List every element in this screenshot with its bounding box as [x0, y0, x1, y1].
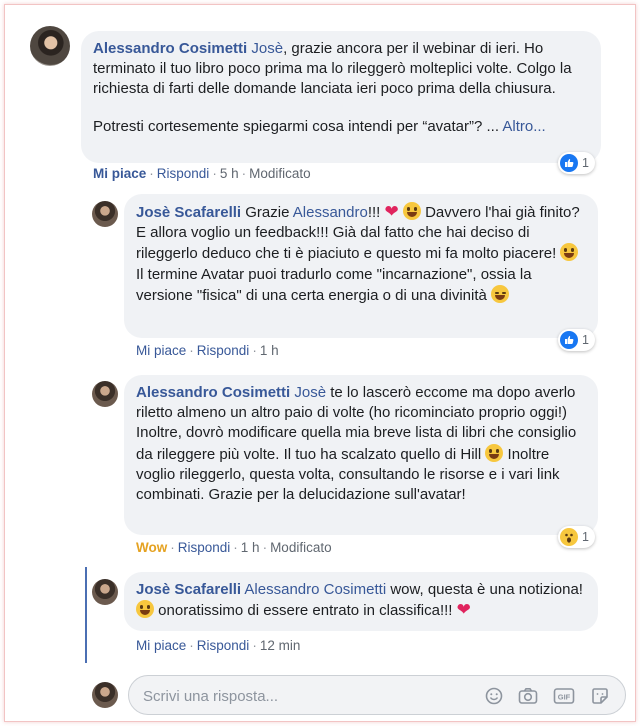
svg-text:GIF: GIF	[558, 693, 571, 702]
reply-button[interactable]: Rispondi	[197, 343, 250, 358]
reply-composer[interactable]: GIF	[128, 675, 626, 715]
emoji-icon[interactable]	[483, 685, 505, 707]
reaction-summary[interactable]: 1	[558, 152, 595, 174]
reply-input[interactable]	[143, 684, 473, 708]
grin-emoji-icon	[402, 202, 421, 220]
comment-thread: Alessandro Cosimetti Josè, grazie ancora…	[4, 4, 636, 722]
comment-bubble-1: Alessandro Cosimetti Josè, grazie ancora…	[81, 31, 601, 163]
comment-author[interactable]: Josè Scafarelli	[136, 581, 241, 598]
comment-author[interactable]: Alessandro Cosimetti	[93, 40, 247, 57]
reaction-summary[interactable]: 1	[558, 329, 595, 351]
like-button[interactable]: Mi piace	[93, 166, 146, 181]
wink-emoji-icon	[491, 284, 510, 303]
smile-emoji-icon	[560, 243, 579, 262]
reply-button[interactable]: Rispondi	[197, 638, 250, 653]
avatar-alessandro[interactable]	[30, 26, 70, 66]
gif-icon[interactable]: GIF	[553, 685, 575, 707]
edited-label[interactable]: Modificato	[270, 540, 332, 555]
sticker-icon[interactable]	[589, 685, 611, 707]
reaction-summary[interactable]: 1	[558, 526, 595, 548]
timestamp[interactable]: 1 h	[260, 343, 279, 358]
like-reaction-icon	[560, 154, 578, 172]
mention-link[interactable]: Alessandro	[293, 204, 368, 221]
reply-button[interactable]: Rispondi	[157, 166, 210, 181]
like-button[interactable]: Mi piace	[136, 638, 186, 653]
comment-author[interactable]: Josè Scafarelli	[136, 204, 241, 221]
camera-icon[interactable]	[517, 685, 539, 707]
reaction-count: 1	[582, 530, 589, 544]
reaction-count: 1	[582, 156, 589, 170]
wow-reaction-icon	[560, 528, 578, 546]
avatar-alessandro-small[interactable]	[92, 381, 118, 407]
wow-button[interactable]: Wow	[136, 540, 167, 555]
mention-link[interactable]: Alessandro Cosimetti	[244, 581, 386, 598]
grin-emoji-icon	[136, 600, 154, 619]
heart-emoji-icon: ❤	[456, 600, 471, 620]
comment-bubble-3: Alessandro Cosimetti Josè te lo lascerò …	[124, 375, 598, 535]
comment-actions-4: Mi piace · Rispondi · 12 min	[136, 638, 301, 653]
comment-text: !!!	[367, 204, 385, 221]
avatar-jose[interactable]	[92, 201, 118, 227]
avatar-jose-small[interactable]	[92, 579, 118, 605]
comment-text: Il termine Avatar puoi tradurlo come "in…	[136, 265, 532, 304]
heart-emoji-icon: ❤	[384, 202, 399, 221]
like-button[interactable]: Mi piace	[136, 343, 186, 358]
edited-label[interactable]: Modificato	[249, 166, 311, 181]
comment-text: Potresti cortesemente spiegarmi cosa int…	[93, 117, 500, 135]
reply-button[interactable]: Rispondi	[178, 540, 231, 555]
comment-text: Grazie	[245, 204, 293, 221]
comment-actions-3: Wow · Rispondi · 1 h · Modificato	[136, 540, 332, 555]
comment-bubble-2: Josè Scafarelli Grazie Alessandro!!! ❤ D…	[124, 194, 598, 338]
timestamp[interactable]: 1 h	[241, 540, 260, 555]
smile-emoji-icon	[485, 443, 504, 462]
current-user-avatar	[92, 682, 118, 708]
mention-link[interactable]: Josè	[294, 384, 326, 401]
comment-author[interactable]: Alessandro Cosimetti	[136, 384, 290, 401]
thread-highlight-line	[85, 567, 87, 663]
timestamp[interactable]: 5 h	[220, 166, 239, 181]
comment-actions-1: Mi piace · Rispondi · 5 h · Modificato	[93, 166, 311, 181]
mention-link[interactable]: Josè	[251, 40, 283, 57]
timestamp[interactable]: 12 min	[260, 638, 301, 653]
reaction-count: 1	[582, 333, 589, 347]
comment-bubble-4: Josè Scafarelli Alessandro Cosimetti wow…	[124, 572, 598, 631]
see-more-link[interactable]: Altro...	[502, 118, 545, 135]
like-reaction-icon	[560, 331, 578, 349]
comment-text: wow, questa è una notizionа!	[386, 581, 583, 598]
comment-actions-2: Mi piace · Rispondi · 1 h	[136, 343, 279, 358]
comment-text: onoratissimo di essere entrato in classi…	[154, 602, 457, 620]
